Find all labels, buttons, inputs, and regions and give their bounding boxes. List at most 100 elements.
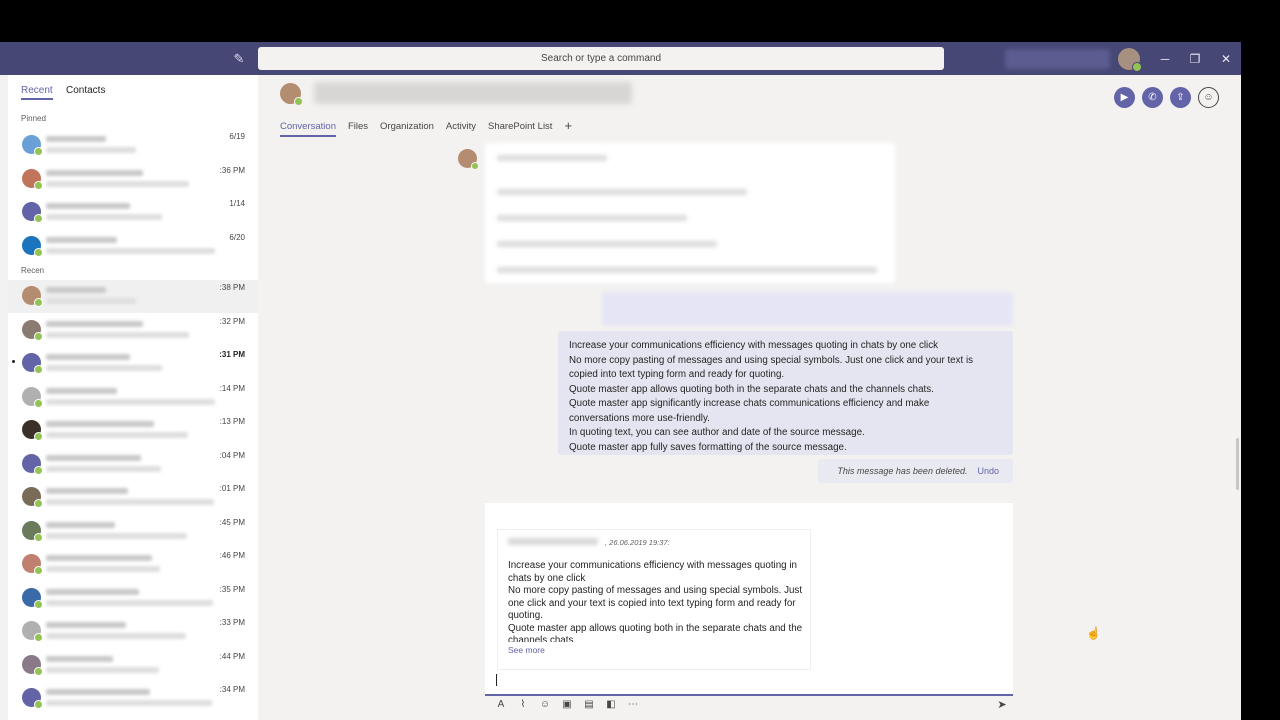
close-button[interactable]: ✕ <box>1218 51 1234 67</box>
tab-conversation[interactable]: Conversation <box>280 121 336 137</box>
recent-chat-item[interactable]: :01 PM <box>8 481 258 514</box>
chat-name <box>46 287 106 293</box>
presence-icon <box>34 633 43 642</box>
message-line: In quoting text, you can see author and … <box>569 427 865 438</box>
recent-chat-item[interactable]: :35 PM <box>8 582 258 615</box>
pinned-chat-item[interactable]: 1/14 <box>8 196 258 229</box>
audio-call-icon[interactable]: ✆ <box>1142 87 1163 108</box>
recent-chat-item[interactable]: :34 PM <box>8 682 258 715</box>
presence-icon <box>34 365 43 374</box>
tab-organization[interactable]: Organization <box>380 121 434 137</box>
chat-timestamp: :36 PM <box>219 165 245 175</box>
tab-contacts[interactable]: Contacts <box>66 85 105 96</box>
chat-timestamp: :32 PM <box>219 316 245 326</box>
deleted-message-notice: This message has been deleted. Undo <box>818 459 1013 483</box>
send-icon[interactable]: ➤ <box>995 698 1009 712</box>
chat-preview <box>46 566 160 572</box>
presence-icon <box>34 147 43 156</box>
contact-avatar <box>280 83 303 106</box>
sticker-icon[interactable]: ▤ <box>582 698 596 712</box>
recent-chat-item[interactable]: :46 PM <box>8 548 258 581</box>
recent-chat-item[interactable]: :31 PM <box>8 347 258 380</box>
message-line: Increase your communications efficiency … <box>569 340 939 351</box>
previous-message <box>485 143 895 283</box>
chat-name <box>46 622 126 628</box>
pinned-chat-item[interactable]: :36 PM <box>8 163 258 196</box>
chat-timestamp: :45 PM <box>219 517 245 527</box>
chat-avatar <box>22 135 43 156</box>
presence-icon <box>34 298 43 307</box>
emoji-icon[interactable]: ☺ <box>538 698 552 712</box>
chat-timestamp: :44 PM <box>219 651 245 661</box>
new-chat-icon[interactable]: ✎ <box>231 51 247 67</box>
tab-files[interactable]: Files <box>348 121 368 137</box>
presence-icon <box>34 499 43 508</box>
more-options-icon[interactable]: ⋯ <box>626 698 640 712</box>
chat-timestamp: :34 PM <box>219 685 245 694</box>
chat-avatar <box>22 487 43 508</box>
scrollbar[interactable] <box>1236 438 1239 490</box>
chat-timestamp: :14 PM <box>219 383 245 393</box>
presence-icon <box>34 666 43 676</box>
giphy-icon[interactable]: ▣ <box>560 698 574 712</box>
presence-icon <box>34 214 43 223</box>
chat-preview <box>46 700 212 706</box>
recent-chat-item[interactable]: :38 PM <box>8 280 258 313</box>
chat-name <box>46 521 115 528</box>
add-tab-icon[interactable]: + <box>564 119 572 137</box>
chat-avatar <box>22 168 43 190</box>
search-box[interactable]: Search or type a command <box>258 47 944 70</box>
pinned-chat-item[interactable]: 6/19 <box>8 129 258 162</box>
quote-author <box>508 538 598 545</box>
undo-link[interactable]: Undo <box>977 466 999 476</box>
recent-chat-item[interactable]: :44 PM <box>8 649 258 682</box>
recent-chat-item[interactable]: :13 PM <box>8 414 258 447</box>
format-icon[interactable]: A <box>494 698 508 712</box>
recent-chat-item[interactable]: :32 PM <box>8 314 258 347</box>
chat-avatar <box>22 554 43 575</box>
pinned-chat-item[interactable]: 6/20 <box>8 230 258 263</box>
chat-avatar <box>22 202 43 223</box>
chat-avatar <box>22 654 43 676</box>
tab-activity[interactable]: Activity <box>446 121 476 137</box>
unread-indicator-icon <box>12 360 15 363</box>
share-screen-icon[interactable]: ⇪ <box>1170 87 1191 108</box>
chat-preview <box>46 398 215 405</box>
recent-chat-item[interactable]: :14 PM <box>8 381 258 414</box>
sender-avatar <box>458 149 479 170</box>
mouse-pointer-icon: ☝ <box>1086 626 1101 640</box>
chat-timestamp: :46 PM <box>219 551 245 560</box>
recent-chat-item[interactable]: :45 PM <box>8 515 258 548</box>
sent-message: Increase your communications efficiency … <box>558 331 1013 455</box>
minimize-button[interactable]: ─ <box>1157 51 1173 67</box>
restore-button[interactable]: ❐ <box>1187 51 1203 67</box>
video-call-icon[interactable]: ▶ <box>1114 87 1135 108</box>
presence-icon <box>34 247 43 257</box>
presence-icon <box>34 180 43 190</box>
chat-name <box>46 320 143 327</box>
attach-icon[interactable]: ⌇ <box>516 698 530 712</box>
chat-timestamp: :38 PM <box>219 283 245 292</box>
chat-timestamp: 6/20 <box>229 232 245 242</box>
message-line: conversations more use-friendly. <box>569 412 710 424</box>
compose-box[interactable]: , 26.06.2019 19:37: Increase your commun… <box>485 503 1013 696</box>
tab-sharepoint-list[interactable]: SharePoint List <box>488 121 552 137</box>
quote-line: Increase your communications efficiency … <box>508 560 797 584</box>
presence-available-icon <box>294 97 303 106</box>
add-people-icon[interactable]: ☺ <box>1198 87 1219 108</box>
tab-recent[interactable]: Recent <box>21 85 53 100</box>
chat-preview <box>46 180 189 187</box>
chat-preview <box>46 499 214 505</box>
profile-avatar[interactable] <box>1118 48 1142 72</box>
meeting-icon[interactable]: ◧ <box>604 698 618 712</box>
quote-body: Increase your communications efficiency … <box>508 560 803 642</box>
chat-timestamp: :04 PM <box>219 450 245 460</box>
recent-chat-item[interactable]: :33 PM <box>8 615 258 648</box>
message-line: copied into text typing form and ready f… <box>569 369 785 380</box>
see-more-link[interactable]: See more <box>508 644 545 657</box>
presence-icon <box>34 599 43 609</box>
chat-avatar <box>22 386 43 408</box>
recent-chat-item[interactable]: :04 PM <box>8 448 258 481</box>
chat-avatar <box>22 520 43 542</box>
presence-icon <box>34 532 43 542</box>
